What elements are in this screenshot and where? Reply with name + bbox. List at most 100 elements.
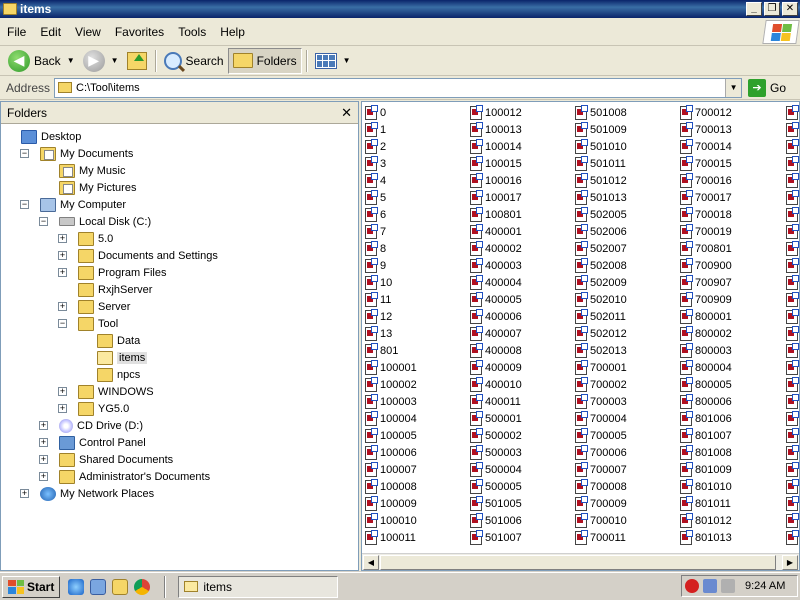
- tree-item[interactable]: RxjhServer: [1, 281, 358, 298]
- file-item[interactable]: 700012: [680, 104, 732, 121]
- file-item[interactable]: 800002: [680, 325, 732, 342]
- file-item[interactable]: 501011: [575, 155, 626, 172]
- file-item[interactable]: 500002: [470, 427, 522, 444]
- file-item[interactable]: 100010: [365, 512, 417, 529]
- explorer-icon[interactable]: [90, 578, 107, 595]
- file-item[interactable]: 501006: [470, 512, 522, 529]
- file-item[interactable]: 801013: [680, 529, 732, 546]
- file-item[interactable]: 100801: [470, 206, 522, 223]
- file-item[interactable]: 100006: [365, 444, 417, 461]
- tree-item[interactable]: − Tool: [1, 315, 358, 332]
- collapse-icon[interactable]: −: [39, 217, 48, 226]
- tree-item[interactable]: npcs: [1, 366, 358, 383]
- file-item[interactable]: 100017: [470, 189, 522, 206]
- close-icon[interactable]: ✕: [341, 105, 352, 121]
- file-item[interactable]: 801007: [680, 427, 732, 444]
- file-icon[interactable]: [786, 377, 799, 392]
- file-icon[interactable]: [786, 360, 799, 375]
- go-button[interactable]: ➔ Go: [748, 78, 786, 97]
- expand-icon[interactable]: +: [39, 421, 48, 430]
- taskbar-item-items[interactable]: items: [178, 575, 339, 598]
- file-icon[interactable]: [786, 224, 799, 239]
- volume-icon[interactable]: [721, 579, 735, 593]
- folders-button[interactable]: Folders: [227, 47, 302, 74]
- file-item[interactable]: 100001: [365, 359, 417, 376]
- file-item[interactable]: 502012: [575, 325, 627, 342]
- file-item[interactable]: 700018: [680, 206, 732, 223]
- tree-item[interactable]: + Shared Documents: [1, 451, 358, 468]
- file-item[interactable]: 700003: [575, 393, 627, 410]
- tree-item[interactable]: + YG5.0: [1, 400, 358, 417]
- back-button[interactable]: ◀ Back ▼: [4, 48, 79, 74]
- file-item[interactable]: 502011: [575, 308, 626, 325]
- menu-favorites[interactable]: Favorites: [108, 25, 171, 39]
- file-icon[interactable]: [786, 105, 799, 120]
- file-icon[interactable]: [786, 292, 799, 307]
- file-item[interactable]: 400001: [470, 223, 522, 240]
- forward-dropdown-icon[interactable]: ▼: [111, 56, 119, 65]
- menu-tools[interactable]: Tools: [171, 25, 213, 39]
- menu-file[interactable]: File: [0, 25, 33, 39]
- file-item[interactable]: 700907: [680, 274, 732, 291]
- file-item[interactable]: 1: [365, 121, 386, 138]
- file-item[interactable]: 100008: [365, 478, 417, 495]
- tree-item[interactable]: + Administrator's Documents: [1, 468, 358, 485]
- internet-explorer-icon[interactable]: [68, 578, 85, 595]
- file-item[interactable]: 801012: [680, 512, 732, 529]
- file-item[interactable]: 400010: [470, 376, 522, 393]
- file-item[interactable]: 700008: [575, 478, 627, 495]
- file-item[interactable]: 801008: [680, 444, 732, 461]
- file-item[interactable]: 700900: [680, 257, 732, 274]
- file-item[interactable]: 100013: [470, 121, 522, 138]
- file-item[interactable]: 700909: [680, 291, 732, 308]
- expand-icon[interactable]: +: [58, 268, 67, 277]
- scroll-thumb[interactable]: [380, 555, 776, 570]
- chrome-icon[interactable]: [134, 578, 151, 595]
- tree-item[interactable]: Data: [1, 332, 358, 349]
- file-item[interactable]: 502007: [575, 240, 627, 257]
- file-icon[interactable]: [786, 326, 799, 341]
- tree-item[interactable]: − My Computer: [1, 196, 358, 213]
- file-item[interactable]: 502005: [575, 206, 627, 223]
- file-item[interactable]: 400005: [470, 291, 522, 308]
- file-item[interactable]: 700007: [575, 461, 627, 478]
- expand-icon[interactable]: +: [58, 387, 67, 396]
- file-icon[interactable]: [786, 445, 799, 460]
- tree-item[interactable]: +5.0: [1, 230, 358, 247]
- file-item[interactable]: 800004: [680, 359, 732, 376]
- file-item[interactable]: 100012: [470, 104, 522, 121]
- file-item[interactable]: 700001: [575, 359, 627, 376]
- file-item[interactable]: 100003: [365, 393, 417, 410]
- tree-item[interactable]: items: [1, 349, 358, 366]
- file-item[interactable]: 100007: [365, 461, 417, 478]
- file-item[interactable]: 100005: [365, 427, 417, 444]
- network-icon[interactable]: [703, 579, 717, 593]
- file-item[interactable]: 502009: [575, 274, 627, 291]
- file-icon[interactable]: [786, 343, 799, 358]
- file-icon[interactable]: [786, 241, 799, 256]
- file-item[interactable]: 400002: [470, 240, 522, 257]
- file-icon[interactable]: [786, 309, 799, 324]
- file-icon[interactable]: [786, 258, 799, 273]
- file-item[interactable]: 700013: [680, 121, 732, 138]
- tree-item[interactable]: + Server: [1, 298, 358, 315]
- scroll-right-icon[interactable]: ▶: [782, 555, 798, 570]
- views-dropdown-icon[interactable]: ▼: [343, 56, 351, 65]
- file-item[interactable]: 10: [365, 274, 392, 291]
- tree-item[interactable]: My Pictures: [1, 179, 358, 196]
- file-item[interactable]: 4: [365, 172, 386, 189]
- file-icon[interactable]: [786, 394, 799, 409]
- file-item[interactable]: 801011: [680, 495, 731, 512]
- restore-button[interactable]: ❐: [764, 2, 780, 16]
- file-item[interactable]: 501010: [575, 138, 627, 155]
- file-item[interactable]: 500005: [470, 478, 522, 495]
- file-item[interactable]: 400007: [470, 325, 522, 342]
- file-item[interactable]: 800001: [680, 308, 732, 325]
- file-item[interactable]: 801010: [680, 478, 732, 495]
- expand-icon[interactable]: +: [20, 489, 29, 498]
- file-icon[interactable]: [786, 462, 799, 477]
- file-item[interactable]: 501005: [470, 495, 522, 512]
- expand-icon[interactable]: +: [39, 438, 48, 447]
- file-icon[interactable]: [786, 173, 799, 188]
- file-item[interactable]: 11: [365, 291, 391, 308]
